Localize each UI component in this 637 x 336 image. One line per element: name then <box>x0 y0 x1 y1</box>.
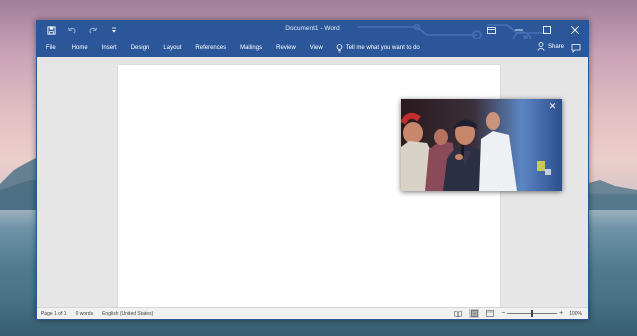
zoom-out-button[interactable]: − <box>501 309 505 318</box>
tab-insert[interactable]: Insert <box>95 39 124 57</box>
tab-design[interactable]: Design <box>124 39 157 57</box>
web-layout-icon[interactable] <box>485 309 495 318</box>
close-icon[interactable] <box>568 23 582 37</box>
title-bar[interactable]: Document1 - Word <box>37 21 588 52</box>
share-button[interactable]: Share <box>537 42 564 51</box>
word-count[interactable]: 0 words <box>76 311 94 317</box>
comment-icon[interactable] <box>571 43 581 53</box>
page-count[interactable]: Page 1 of 1 <box>41 311 67 317</box>
language-indicator[interactable]: English (United States) <box>102 311 153 317</box>
pip-close-button[interactable]: ✕ <box>548 102 557 111</box>
tab-layout[interactable]: Layout <box>156 39 188 57</box>
tab-file[interactable]: File <box>37 39 65 57</box>
minimize-icon[interactable] <box>512 23 526 37</box>
read-mode-icon[interactable] <box>453 309 463 318</box>
window-controls <box>484 23 582 37</box>
tab-references[interactable]: References <box>188 39 233 57</box>
tab-view[interactable]: View <box>303 39 330 57</box>
status-bar: Page 1 of 1 0 words English (United Stat… <box>37 307 588 319</box>
print-layout-icon[interactable] <box>469 309 480 318</box>
ribbon-tabs-bar: File Home Insert Design Layout Reference… <box>37 39 588 57</box>
zoom-in-button[interactable]: + <box>559 309 563 318</box>
tab-mailings[interactable]: Mailings <box>233 39 269 57</box>
person-icon <box>537 42 545 51</box>
tab-review[interactable]: Review <box>269 39 303 57</box>
video-frame <box>401 99 562 191</box>
maximize-icon[interactable] <box>540 23 554 37</box>
video-pip-window[interactable]: ✕ <box>401 99 562 191</box>
tab-home[interactable]: Home <box>65 39 95 57</box>
zoom-thumb[interactable] <box>531 310 534 317</box>
zoom-slider[interactable]: − + <box>501 309 563 318</box>
tell-me-text: Tell me what you want to do <box>345 45 420 51</box>
share-label: Share <box>547 43 564 50</box>
tell-me-search[interactable]: Tell me what you want to do <box>330 43 420 53</box>
ribbon-display-icon[interactable] <box>484 23 498 37</box>
lightbulb-icon <box>336 43 343 52</box>
zoom-level[interactable]: 100% <box>569 311 582 317</box>
